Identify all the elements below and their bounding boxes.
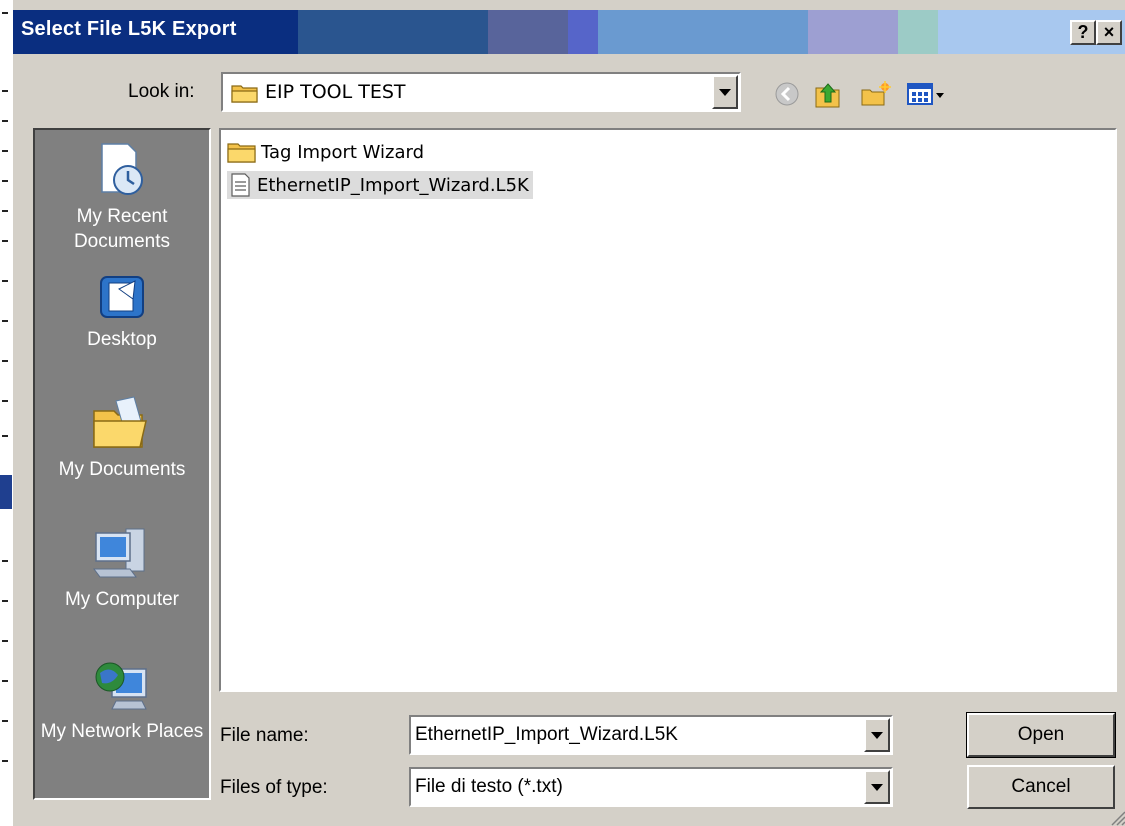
background-mark xyxy=(2,400,8,402)
files-of-type-value: File di testo (*.txt) xyxy=(415,776,563,797)
place-label: My Network Places xyxy=(40,721,204,742)
dialog-title: Select File L5K Export xyxy=(21,18,237,40)
place-my-computer[interactable]: My Computer xyxy=(35,525,209,612)
title-bar-segment xyxy=(298,10,488,54)
background-mark xyxy=(2,560,8,562)
place-my-network-places[interactable]: My Network Places xyxy=(35,655,209,744)
background-mark xyxy=(2,320,8,322)
view-menu-icon[interactable] xyxy=(906,80,952,108)
files-of-type-label: Files of type: xyxy=(220,777,328,798)
background-mark xyxy=(2,120,8,122)
background-mark xyxy=(2,720,8,722)
look-in-combo[interactable]: EIP TOOL TEST xyxy=(221,72,741,112)
background-mark xyxy=(2,760,8,762)
file-name-combo[interactable]: EthernetIP_Import_Wizard.L5K xyxy=(409,715,893,755)
file-name-dropdown-button[interactable] xyxy=(864,718,890,752)
background-window-selection xyxy=(0,475,12,509)
title-bar[interactable]: Select File L5K Export ? × xyxy=(13,0,1125,58)
cancel-button[interactable]: Cancel xyxy=(967,765,1115,809)
title-bar-segment xyxy=(598,10,808,54)
open-button[interactable]: Open xyxy=(966,712,1116,758)
place-my-recent-documents[interactable]: My Recent Documents xyxy=(35,140,209,254)
close-button[interactable]: × xyxy=(1096,20,1122,45)
folder-icon xyxy=(231,85,258,103)
background-mark xyxy=(2,640,8,642)
file-open-dialog: Select File L5K Export ? × Look in: EIP … xyxy=(12,0,1125,826)
places-bar: My Recent Documents Desktop My Documents xyxy=(33,128,211,800)
file-list[interactable]: Tag Import Wizard EthernetIP_Import_Wiza… xyxy=(219,128,1117,692)
look-in-value: EIP TOOL TEST xyxy=(265,81,406,103)
title-bar-segment xyxy=(808,10,898,54)
desktop-icon xyxy=(100,276,144,318)
title-bar-segment xyxy=(568,10,598,54)
recent-documents-icon xyxy=(101,143,143,195)
list-item-file-selected[interactable]: EthernetIP_Import_Wizard.L5K xyxy=(227,171,533,199)
background-mark xyxy=(2,680,8,682)
place-desktop[interactable]: Desktop xyxy=(35,273,209,352)
resize-grip-icon[interactable] xyxy=(1106,806,1125,826)
place-label: My Computer xyxy=(64,589,180,610)
background-mark xyxy=(2,12,8,14)
back-icon[interactable] xyxy=(773,80,801,108)
folder-icon xyxy=(227,143,256,163)
files-of-type-dropdown-button[interactable] xyxy=(864,770,890,804)
background-mark xyxy=(2,360,8,362)
my-computer-icon xyxy=(93,528,145,578)
text-file-icon xyxy=(231,173,250,197)
title-bar-segment xyxy=(898,10,938,54)
network-places-icon xyxy=(95,662,147,710)
place-label: Desktop xyxy=(87,329,157,350)
place-label: My Documents xyxy=(58,459,186,480)
file-name-input[interactable]: EthernetIP_Import_Wizard.L5K xyxy=(415,724,678,746)
list-item-folder[interactable]: Tag Import Wizard xyxy=(227,138,424,166)
help-button[interactable]: ? xyxy=(1070,20,1096,45)
my-documents-icon xyxy=(93,396,147,448)
file-name-label: File name: xyxy=(220,725,309,746)
file-name-text: EthernetIP_Import_Wizard.L5K xyxy=(257,174,529,196)
title-bar-segment xyxy=(488,10,568,54)
place-label: My Recent Documents xyxy=(73,206,171,252)
background-mark xyxy=(2,180,8,182)
place-my-documents[interactable]: My Documents xyxy=(35,395,209,482)
background-mark xyxy=(2,150,8,152)
background-mark xyxy=(2,600,8,602)
new-folder-icon[interactable] xyxy=(860,80,892,108)
background-mark xyxy=(2,280,8,282)
background-mark xyxy=(2,240,8,242)
up-folder-icon[interactable] xyxy=(813,80,843,110)
background-mark xyxy=(2,90,8,92)
look-in-label: Look in: xyxy=(128,81,195,102)
look-in-dropdown-button[interactable] xyxy=(712,75,738,109)
background-mark xyxy=(2,435,8,437)
file-name-text: Tag Import Wizard xyxy=(261,141,425,163)
files-of-type-combo[interactable]: File di testo (*.txt) xyxy=(409,767,893,807)
background-mark xyxy=(2,210,8,212)
